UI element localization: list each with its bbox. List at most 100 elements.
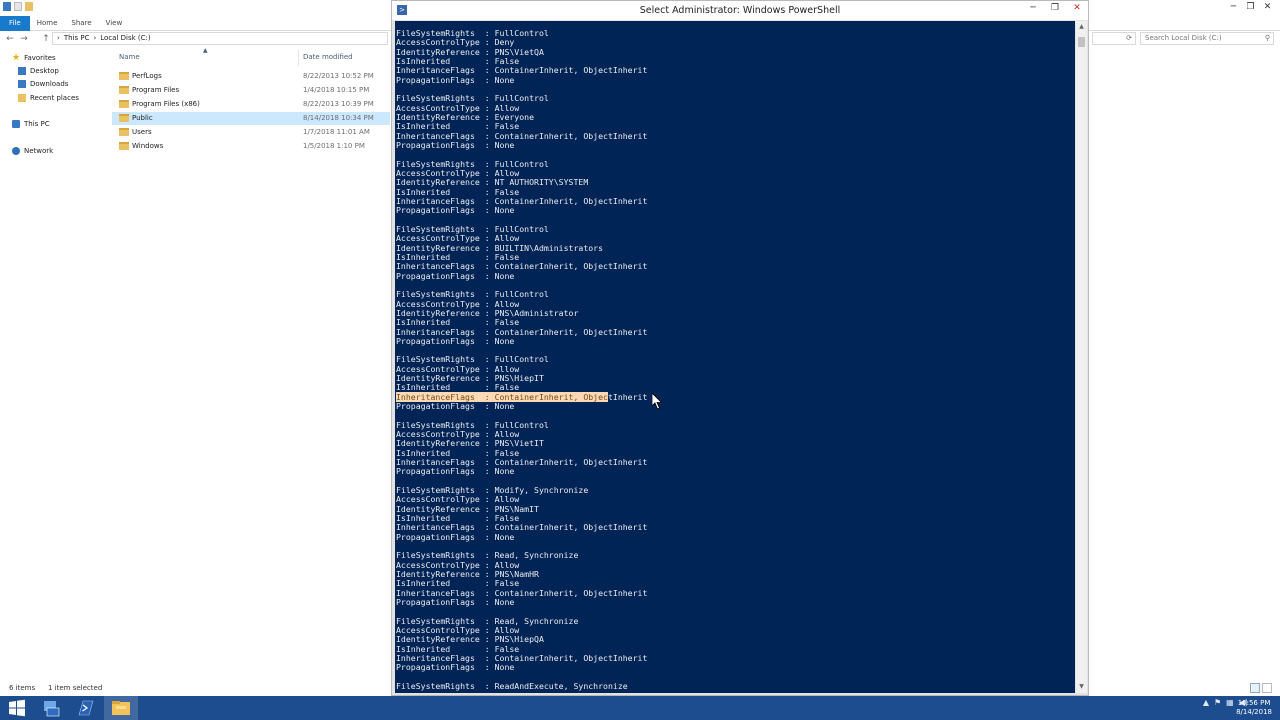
nav-this-pc[interactable]: This PC bbox=[12, 120, 50, 128]
clock-date: 8/14/2018 bbox=[1236, 708, 1272, 716]
nav-label: Desktop bbox=[30, 67, 59, 75]
pc-icon bbox=[12, 120, 20, 128]
folder-icon bbox=[119, 86, 129, 94]
tab-file[interactable]: File bbox=[0, 15, 30, 31]
nav-label: Recent places bbox=[30, 94, 79, 102]
desktop: ─ ❐ ✕ File Home Share View ← → ↑ › This … bbox=[0, 0, 1280, 720]
file-date: 8/22/2013 10:39 PM bbox=[303, 100, 374, 108]
console-text[interactable]: FileSystemRights : FullControl AccessCon… bbox=[396, 28, 648, 691]
column-date-modified[interactable]: Date modified bbox=[303, 53, 353, 61]
windows-logo-icon bbox=[9, 699, 25, 717]
start-button[interactable] bbox=[0, 696, 34, 720]
item-count: 6 items bbox=[9, 684, 36, 692]
clock-time: 10:56 PM bbox=[1237, 699, 1271, 707]
folder-icon bbox=[119, 142, 129, 150]
up-button[interactable]: ↑ bbox=[40, 34, 52, 44]
nav-recent-places[interactable]: Recent places bbox=[18, 94, 79, 102]
file-name: PerfLogs bbox=[132, 72, 162, 80]
console-output[interactable]: FileSystemRights : FullControl AccessCon… bbox=[395, 21, 1075, 693]
nav-downloads[interactable]: Downloads bbox=[18, 80, 68, 88]
taskbar: ▲ ⚑ ▦ ◀) 10:56 PM 8/14/2018 bbox=[0, 696, 1280, 720]
flag-icon[interactable]: ⚑ bbox=[1214, 698, 1221, 707]
column-name[interactable]: Name bbox=[119, 53, 140, 61]
minimize-button[interactable]: ─ bbox=[1225, 1, 1242, 13]
breadcrumb-local-disk[interactable]: Local Disk (C:) bbox=[100, 33, 150, 44]
address-bar[interactable]: › This PC › Local Disk (C:) bbox=[52, 32, 388, 45]
qat-icons[interactable] bbox=[3, 2, 11, 11]
scroll-thumb[interactable] bbox=[1078, 37, 1085, 47]
folder-icon[interactable] bbox=[25, 2, 33, 11]
desktop-icon bbox=[18, 67, 26, 75]
quick-access-toolbar bbox=[3, 2, 33, 11]
explorer-window-controls: ─ ❐ ✕ bbox=[1225, 1, 1276, 13]
tab-share[interactable]: Share bbox=[64, 16, 98, 31]
folder-icon bbox=[119, 114, 129, 122]
file-row[interactable]: PerfLogs 8/22/2013 10:52 PM bbox=[112, 70, 390, 83]
powershell-icon bbox=[78, 700, 94, 716]
folder-icon bbox=[119, 72, 129, 80]
powershell-window: > Select Administrator: Windows PowerShe… bbox=[391, 0, 1089, 696]
file-name: Program Files (x86) bbox=[132, 100, 200, 108]
close-button[interactable]: ✕ bbox=[1066, 1, 1088, 16]
window-title: Select Administrator: Windows PowerShell bbox=[639, 5, 841, 16]
clock[interactable]: 10:56 PM 8/14/2018 bbox=[1236, 699, 1272, 717]
console-lines: FileSystemRights : FullControl AccessCon… bbox=[396, 28, 648, 393]
nav-label: Network bbox=[24, 147, 54, 155]
recent-places-icon bbox=[18, 94, 26, 102]
server-manager-button[interactable] bbox=[34, 696, 68, 720]
chevron-right-icon: › bbox=[57, 34, 60, 42]
file-name: Public bbox=[132, 114, 153, 122]
nav-label: This PC bbox=[24, 120, 50, 128]
file-date: 8/22/2013 10:52 PM bbox=[303, 72, 374, 80]
downloads-icon bbox=[18, 80, 26, 88]
nav-label: Downloads bbox=[30, 80, 69, 88]
navigation-pane: ★ Favorites Desktop Downloads Recent pla… bbox=[0, 50, 112, 680]
nav-desktop[interactable]: Desktop bbox=[18, 67, 59, 75]
maximize-button[interactable]: ❐ bbox=[1044, 1, 1066, 16]
console-scrollbar[interactable]: ▲ ▼ bbox=[1076, 21, 1087, 693]
file-row[interactable]: Users 1/7/2018 11:01 AM bbox=[112, 126, 390, 139]
file-row[interactable]: Windows 1/5/2018 1:10 PM bbox=[112, 140, 390, 153]
folder-icon bbox=[119, 128, 129, 136]
file-row-selected[interactable]: Public 8/14/2018 10:34 PM bbox=[112, 112, 390, 125]
powershell-taskbar-button[interactable] bbox=[68, 696, 102, 720]
file-row[interactable]: Program Files (x86) 8/22/2013 10:39 PM bbox=[112, 98, 390, 111]
view-switcher bbox=[1250, 683, 1272, 693]
powershell-titlebar[interactable]: > Select Administrator: Windows PowerShe… bbox=[392, 1, 1088, 20]
file-date: 1/5/2018 1:10 PM bbox=[303, 142, 365, 150]
search-input[interactable]: Search Local Disk (C:) ⚲ bbox=[1140, 32, 1274, 45]
search-icon: ⚲ bbox=[1264, 34, 1270, 42]
column-separator[interactable] bbox=[298, 50, 299, 66]
refresh-button[interactable]: ⟳ bbox=[1092, 32, 1136, 45]
breadcrumb-this-pc[interactable]: This PC bbox=[64, 33, 90, 44]
file-date: 1/7/2018 11:01 AM bbox=[303, 128, 370, 136]
tab-view[interactable]: View bbox=[99, 16, 130, 31]
explorer-icon bbox=[112, 701, 130, 715]
scroll-down-icon[interactable]: ▼ bbox=[1076, 681, 1087, 693]
back-button[interactable]: ← bbox=[4, 34, 16, 44]
nav-favorites[interactable]: ★ Favorites bbox=[12, 54, 56, 63]
network-tray-icon[interactable]: ▦ bbox=[1226, 698, 1234, 707]
large-icons-view-icon[interactable] bbox=[1262, 683, 1272, 693]
minimize-button[interactable]: ─ bbox=[1022, 1, 1044, 16]
explorer-taskbar-button[interactable] bbox=[104, 696, 138, 720]
close-button[interactable]: ✕ bbox=[1259, 1, 1276, 13]
forward-button[interactable]: → bbox=[18, 34, 30, 44]
file-date: 1/4/2018 10:15 PM bbox=[303, 86, 370, 94]
nav-label: Favorites bbox=[24, 54, 56, 62]
scroll-up-icon[interactable]: ▲ bbox=[1076, 21, 1087, 33]
nav-network[interactable]: Network bbox=[12, 147, 53, 155]
search-placeholder: Search Local Disk (C:) bbox=[1145, 34, 1222, 42]
folder-icon bbox=[119, 100, 129, 108]
powershell-window-controls: ─ ❐ ✕ bbox=[1022, 1, 1088, 16]
tray-chevron-icon[interactable]: ▲ bbox=[1203, 698, 1209, 707]
details-view-icon[interactable] bbox=[1250, 683, 1260, 693]
properties-icon[interactable] bbox=[14, 2, 22, 11]
tab-home[interactable]: Home bbox=[30, 16, 65, 31]
network-icon bbox=[12, 147, 20, 155]
file-list-header: Name ▲ Date modified bbox=[112, 47, 390, 66]
file-date: 8/14/2018 10:34 PM bbox=[303, 114, 374, 122]
file-row[interactable]: Program Files 1/4/2018 10:15 PM bbox=[112, 84, 390, 97]
selection-count: 1 item selected bbox=[48, 684, 103, 692]
maximize-button[interactable]: ❐ bbox=[1242, 1, 1259, 13]
